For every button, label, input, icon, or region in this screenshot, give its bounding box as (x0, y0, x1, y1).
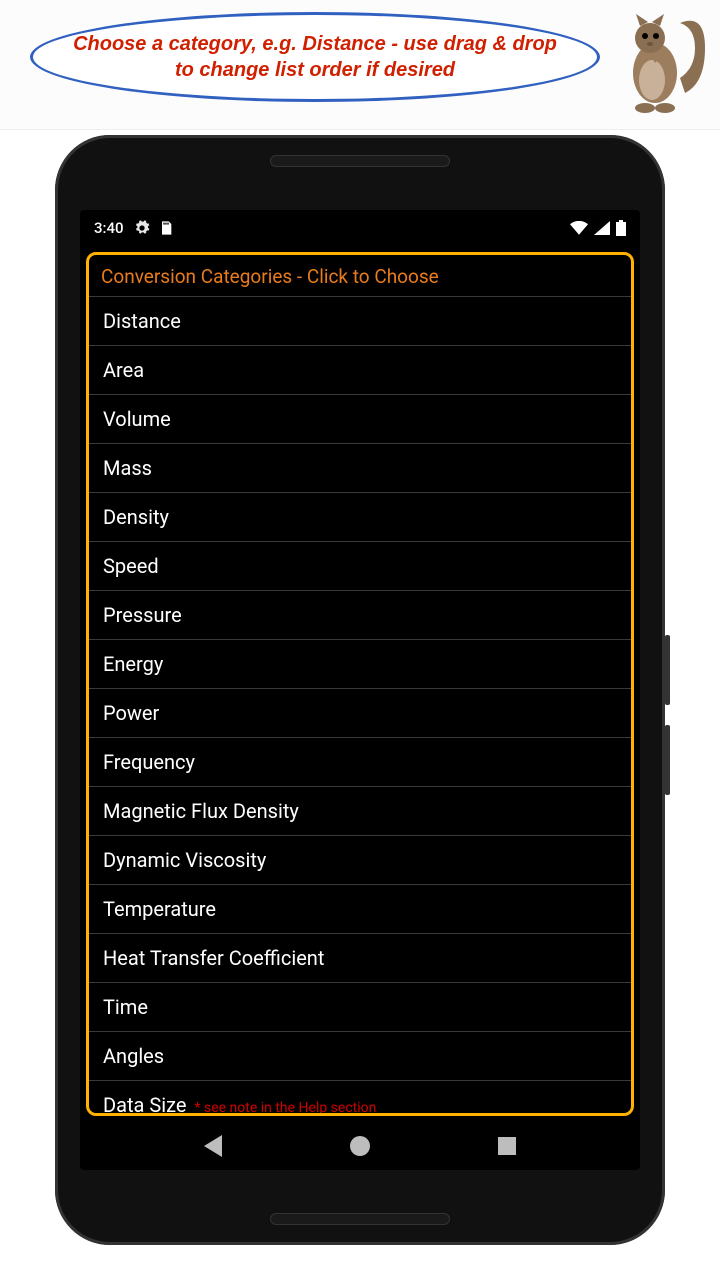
hint-banner: Choose a category, e.g. Distance - use d… (0, 0, 720, 130)
list-item[interactable]: Distance (89, 297, 631, 346)
earpiece-bottom (270, 1213, 450, 1225)
list-item[interactable]: Time (89, 983, 631, 1032)
side-button (665, 635, 670, 705)
squirrel-mascot (610, 8, 710, 118)
list-item[interactable]: Dynamic Viscosity (89, 836, 631, 885)
list-item[interactable]: Mass (89, 444, 631, 493)
list-item[interactable]: Magnetic Flux Density (89, 787, 631, 836)
sd-card-icon (158, 220, 174, 236)
earpiece-top (270, 155, 450, 167)
list-item[interactable]: Angles (89, 1032, 631, 1081)
category-label: Density (103, 505, 169, 529)
list-item[interactable]: Power (89, 689, 631, 738)
list-item[interactable]: Area (89, 346, 631, 395)
list-item[interactable]: Volume (89, 395, 631, 444)
nav-recent-button[interactable] (498, 1137, 516, 1155)
category-label: Distance (103, 309, 181, 333)
signal-icon (594, 221, 610, 235)
category-label: Energy (103, 652, 163, 676)
status-time: 3:40 (94, 219, 124, 237)
app-header: Conversion Categories - Click to Choose (89, 255, 631, 297)
category-note: * see note in the Help section (195, 1100, 377, 1113)
category-list[interactable]: Distance Area Volume Mass Density Speed Pressu… (89, 297, 631, 1113)
speech-bubble: Choose a category, e.g. Distance - use d… (30, 12, 600, 102)
category-label: Frequency (103, 750, 195, 774)
nav-back-button[interactable] (204, 1135, 222, 1157)
category-label: Heat Transfer Coefficient (103, 946, 324, 970)
list-item[interactable]: Pressure (89, 591, 631, 640)
app-content: Conversion Categories - Click to Choose … (86, 252, 634, 1116)
gear-icon (134, 220, 150, 236)
category-label: Temperature (103, 897, 216, 921)
battery-icon (616, 220, 626, 236)
list-item[interactable]: Speed (89, 542, 631, 591)
side-button (665, 725, 670, 795)
phone-frame: 3:40 Conversion Categories - Click to Ch… (55, 135, 665, 1245)
category-label: Magnetic Flux Density (103, 799, 299, 823)
category-label: Pressure (103, 603, 182, 627)
category-label: Power (103, 701, 159, 725)
list-item[interactable]: Heat Transfer Coefficient (89, 934, 631, 983)
category-label: Data Size (103, 1093, 187, 1113)
status-bar: 3:40 (80, 210, 640, 246)
category-label: Area (103, 358, 144, 382)
list-item[interactable]: Temperature (89, 885, 631, 934)
wifi-icon (570, 221, 588, 235)
category-label: Mass (103, 456, 152, 480)
list-item[interactable]: Density (89, 493, 631, 542)
list-item[interactable]: Frequency (89, 738, 631, 787)
nav-bar (80, 1122, 640, 1170)
phone-screen: 3:40 Conversion Categories - Click to Ch… (80, 210, 640, 1170)
nav-home-button[interactable] (350, 1136, 370, 1156)
list-item[interactable]: Energy (89, 640, 631, 689)
category-label: Volume (103, 407, 171, 431)
list-item[interactable]: Data Size * see note in the Help section (89, 1081, 631, 1113)
category-label: Speed (103, 554, 159, 578)
hint-text: Choose a category, e.g. Distance - use d… (73, 31, 557, 83)
category-label: Angles (103, 1044, 164, 1068)
category-label: Dynamic Viscosity (103, 848, 266, 872)
category-label: Time (103, 995, 148, 1019)
